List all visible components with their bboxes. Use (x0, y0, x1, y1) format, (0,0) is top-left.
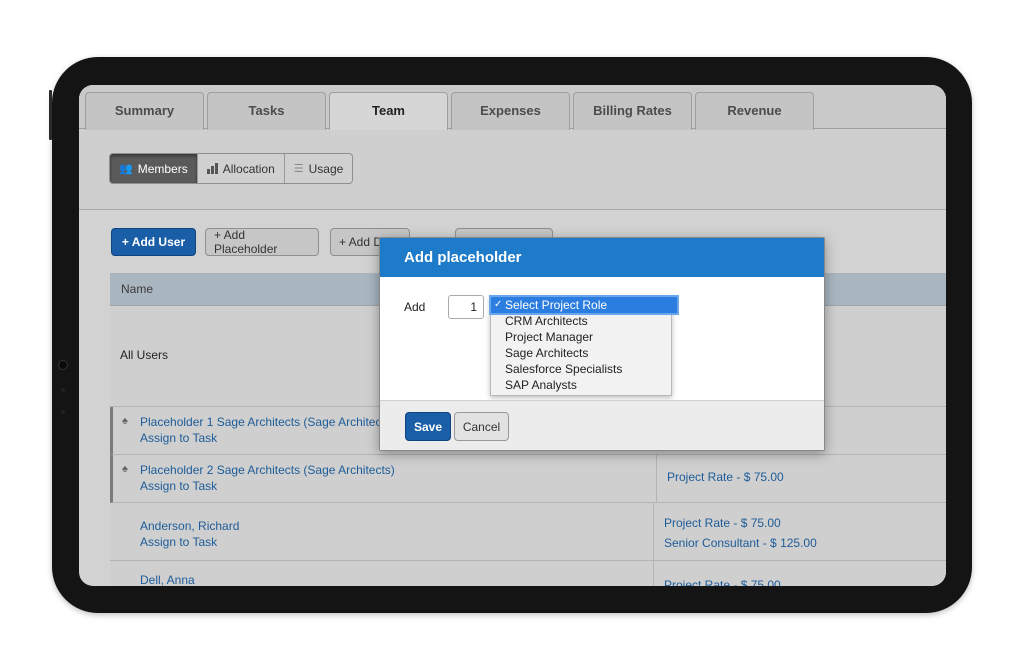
table-row: ♠ Placeholder 2 Sage Architects (Sage Ar… (110, 455, 946, 503)
placeholder-user-icon: ♠ (122, 463, 128, 475)
cancel-button[interactable]: Cancel (454, 412, 509, 441)
members-view-button[interactable]: 👥 Members (110, 154, 197, 183)
camera (58, 360, 68, 370)
rate-link[interactable]: Project Rate - $ 75.00 (664, 516, 781, 530)
tab-bar: Summary Tasks Team Expenses Billing Rate… (79, 85, 946, 131)
people-icon: 👥 (119, 163, 133, 175)
quantity-input[interactable]: 1 (448, 295, 484, 319)
placeholder-user-icon: ♠ (122, 415, 128, 427)
check-icon: ✓ (494, 299, 503, 310)
name-cell: ♠ Placeholder 2 Sage Architects (Sage Ar… (113, 455, 656, 502)
role-option[interactable]: Project Manager (491, 329, 671, 345)
view-switch: 👥 Members Allocation ☰ Usage (109, 153, 354, 184)
bar-chart-icon (206, 163, 218, 174)
rate-cell: Project Rate - $ 75.00 (653, 561, 946, 586)
tab-billing-rates[interactable]: Billing Rates (573, 92, 692, 130)
add-placeholder-button[interactable]: + Add Placeholder (205, 228, 319, 256)
role-option[interactable]: Salesforce Specialists (491, 361, 671, 377)
row-name-link[interactable]: Anderson, Richard (140, 519, 239, 533)
table-row: Anderson, Richard Assign to Task Project… (110, 503, 946, 561)
assign-to-task-link[interactable]: Assign to Task (140, 431, 217, 445)
dialog-footer: Save Cancel (380, 400, 824, 450)
tab-revenue[interactable]: Revenue (695, 92, 814, 130)
usage-view-button[interactable]: ☰ Usage (283, 154, 353, 183)
add-user-button[interactable]: + Add User (111, 228, 196, 256)
row-name-link[interactable]: Placeholder 1 Sage Architects (Sage Arch… (140, 415, 381, 429)
tab-expenses[interactable]: Expenses (451, 92, 570, 130)
add-placeholder-dialog: Add placeholder Add 1 ✓ Select Project R… (379, 237, 825, 451)
name-cell: Dell, Anna (110, 561, 653, 586)
tab-tasks[interactable]: Tasks (207, 92, 326, 130)
rate-link[interactable]: Senior Consultant - $ 125.00 (664, 536, 817, 550)
app-screen: Summary Tasks Team Expenses Billing Rate… (79, 85, 946, 586)
members-label: Members (137, 161, 188, 176)
sensor-dot (61, 410, 65, 414)
rate-link[interactable]: Project Rate - $ 75.00 (667, 470, 784, 484)
all-users-label: All Users (120, 348, 169, 362)
sensor-dot (61, 388, 65, 392)
name-column-header: Name (121, 282, 154, 296)
usage-label: Usage (308, 161, 344, 176)
top-edge-dots (112, 49, 192, 62)
selected-role-label: Select Project Role (505, 298, 608, 312)
assign-to-task-link[interactable]: Assign to Task (140, 535, 217, 549)
save-button[interactable]: Save (405, 412, 451, 441)
rate-cell: Project Rate - $ 75.00 (656, 455, 946, 502)
allocation-view-button[interactable]: Allocation (196, 154, 284, 183)
role-option[interactable]: SAP Analysts (491, 377, 671, 393)
rate-link[interactable]: Project Rate - $ 75.00 (664, 578, 781, 586)
project-role-select[interactable]: ✓ Select Project Role CRM Architects Pro… (489, 295, 679, 396)
volume-button (49, 90, 52, 140)
allocation-label: Allocation (222, 161, 275, 176)
rate-cell: Project Rate - $ 75.00 Senior Consultant… (653, 503, 946, 560)
role-option[interactable]: CRM Architects (491, 313, 671, 329)
assign-to-task-link[interactable]: Assign to Task (140, 479, 217, 493)
tab-team[interactable]: Team (329, 92, 448, 131)
row-name-link[interactable]: Placeholder 2 Sage Architects (Sage Arch… (140, 463, 395, 477)
table-row: Dell, Anna Project Rate - $ 75.00 (110, 561, 946, 586)
stack-icon: ☰ (293, 163, 304, 175)
add-label: Add (404, 300, 426, 314)
role-option[interactable]: Sage Architects (491, 345, 671, 361)
dialog-title: Add placeholder (380, 238, 824, 277)
row-name-link[interactable]: Dell, Anna (140, 573, 195, 586)
role-option-selected[interactable]: ✓ Select Project Role (489, 295, 679, 315)
tab-summary[interactable]: Summary (85, 92, 204, 130)
name-cell: Anderson, Richard Assign to Task (110, 503, 653, 560)
